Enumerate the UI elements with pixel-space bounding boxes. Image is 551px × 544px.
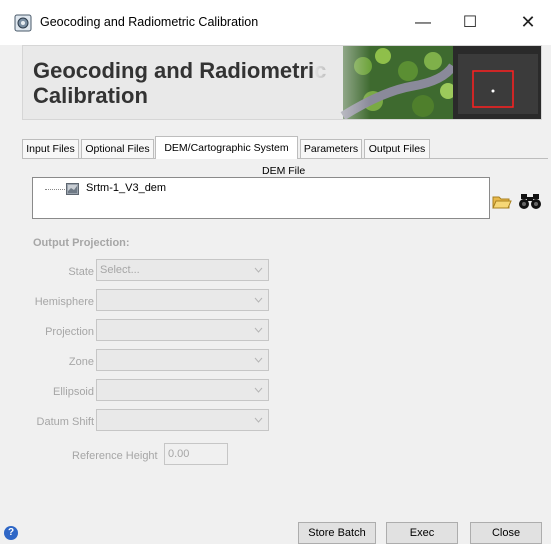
tab-dem-cartographic-system[interactable]: DEM/Cartographic System bbox=[155, 136, 298, 159]
dem-file-item[interactable]: Srtm-1_V3_dem bbox=[86, 182, 166, 194]
hemisphere-label: Hemisphere bbox=[34, 296, 94, 308]
state-select-value: Select... bbox=[100, 264, 140, 276]
zone-select[interactable] bbox=[96, 349, 269, 371]
state-select[interactable]: Select... bbox=[96, 259, 269, 281]
dem-file-list[interactable]: Srtm-1_V3_dem bbox=[32, 177, 490, 219]
help-icon[interactable]: ? bbox=[4, 526, 18, 540]
chevron-down-icon bbox=[254, 357, 263, 363]
zone-label: Zone bbox=[68, 356, 94, 368]
ellipsoid-label: Ellipsoid bbox=[53, 386, 94, 398]
minimize-button[interactable]: — bbox=[400, 0, 446, 45]
dem-file-legend: DEM File bbox=[262, 165, 306, 177]
banner-title: Geocoding and Radiometric Calibration bbox=[33, 58, 327, 108]
chevron-down-icon bbox=[254, 297, 263, 303]
state-label: State bbox=[68, 266, 94, 278]
projection-label: Projection bbox=[45, 326, 94, 338]
reference-height-label: Reference Height bbox=[72, 450, 158, 462]
app-icon bbox=[14, 14, 32, 32]
raster-file-icon bbox=[66, 183, 79, 195]
tab-input-files[interactable]: Input Files bbox=[22, 139, 79, 159]
output-projection-heading: Output Projection: bbox=[33, 237, 130, 249]
reference-height-input[interactable]: 0.00 bbox=[164, 443, 228, 465]
datum-shift-label: Datum Shift bbox=[36, 416, 94, 428]
satellite-imagery-icon bbox=[313, 46, 541, 119]
close-window-button[interactable]: ✕ bbox=[505, 0, 551, 45]
folder-open-icon[interactable] bbox=[492, 193, 512, 211]
tab-output-files[interactable]: Output Files bbox=[364, 139, 430, 159]
datum-shift-select[interactable] bbox=[96, 409, 269, 431]
tree-connector bbox=[45, 189, 65, 190]
chevron-down-icon bbox=[254, 327, 263, 333]
chevron-down-icon bbox=[254, 387, 263, 393]
header-banner: Geocoding and Radiometric Calibration bbox=[22, 45, 542, 120]
title-bar[interactable]: Geocoding and Radiometric Calibration — … bbox=[0, 0, 551, 45]
window-title: Geocoding and Radiometric Calibration bbox=[40, 15, 259, 29]
ellipsoid-select[interactable] bbox=[96, 379, 269, 401]
exec-button[interactable]: Exec bbox=[386, 522, 458, 544]
projection-select[interactable] bbox=[96, 319, 269, 341]
chevron-down-icon bbox=[254, 267, 263, 273]
store-batch-button[interactable]: Store Batch bbox=[298, 522, 376, 544]
hemisphere-select[interactable] bbox=[96, 289, 269, 311]
binoculars-icon[interactable] bbox=[518, 191, 542, 211]
chevron-down-icon bbox=[254, 417, 263, 423]
dem-cartographic-panel: DEM File Srtm-1_V3_dem Output Projection… bbox=[22, 158, 548, 496]
close-button[interactable]: Close bbox=[470, 522, 542, 544]
maximize-button[interactable]: ☐ bbox=[447, 0, 493, 45]
tab-optional-files[interactable]: Optional Files bbox=[81, 139, 154, 159]
tab-parameters[interactable]: Parameters bbox=[300, 139, 362, 159]
dialog-window: Geocoding and Radiometric Calibration — … bbox=[0, 0, 551, 544]
